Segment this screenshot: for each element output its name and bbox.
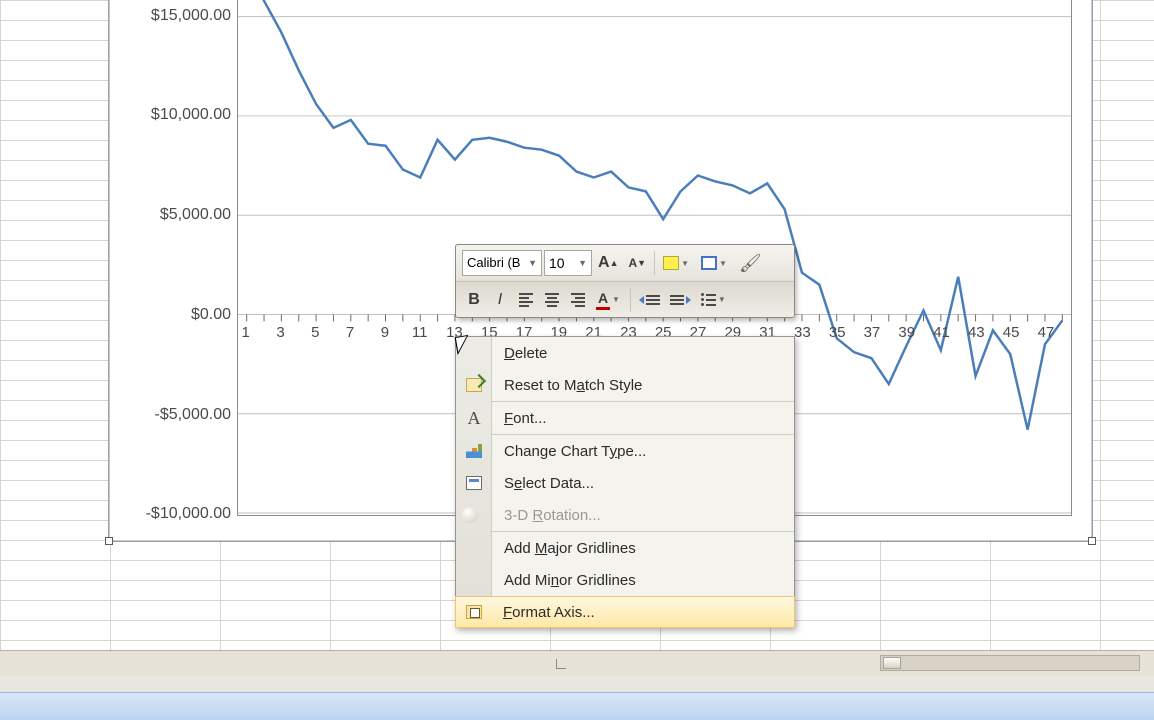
mini-toolbar: Calibri (B ▼ 10 ▼ A▲ A▼ ▼ ▼ 🖌 B I A ▼ xyxy=(455,244,795,318)
menu-item-format-axis[interactable]: Format Axis... xyxy=(455,596,795,628)
format-axis-icon xyxy=(466,605,482,619)
shape-outline-button[interactable]: ▼ xyxy=(697,250,733,276)
menu-item-add-major-gridlines[interactable]: Add Major Gridlines xyxy=(456,532,794,564)
shape-fill-button[interactable]: ▼ xyxy=(659,250,695,276)
chevron-down-icon: ▼ xyxy=(528,251,537,275)
font-size-value: 10 xyxy=(549,251,565,275)
bullets-button[interactable]: ▼ xyxy=(697,287,732,313)
rotation-icon xyxy=(462,507,478,523)
decrease-indent-button[interactable] xyxy=(635,287,664,313)
font-name-combo[interactable]: Calibri (B ▼ xyxy=(462,250,542,276)
chevron-down-icon: ▼ xyxy=(578,251,587,275)
font-color-icon: A xyxy=(596,290,610,310)
x-tick-label: 39 xyxy=(898,324,915,341)
y-tick-label: $0.00 xyxy=(191,306,231,324)
x-tick-label: 35 xyxy=(829,324,846,341)
menu-item-3d-rotation: 3-D Rotation... xyxy=(456,499,794,531)
format-painter-button[interactable]: 🖌 xyxy=(735,250,766,276)
y-tick-label: -$5,000.00 xyxy=(154,406,231,424)
sheet-tab-strip xyxy=(0,650,1154,676)
x-tick-label: 41 xyxy=(933,324,950,341)
menu-item-change-chart-type[interactable]: Change Chart Type... xyxy=(456,435,794,467)
paintbrush-icon: 🖌 xyxy=(739,253,762,274)
fill-swatch-icon xyxy=(663,256,679,270)
x-tick-label: 37 xyxy=(864,324,881,341)
x-tick-label: 43 xyxy=(968,324,985,341)
bullets-icon xyxy=(701,293,716,306)
reset-icon xyxy=(466,378,482,392)
align-left-button[interactable] xyxy=(514,287,538,313)
separator xyxy=(630,288,631,312)
font-name-value: Calibri (B xyxy=(467,251,520,275)
x-tick-label: 5 xyxy=(311,324,319,341)
align-right-button[interactable] xyxy=(566,287,590,313)
context-menu: Delete document.currentScript.previousEl… xyxy=(455,336,795,628)
x-tick-label: 3 xyxy=(276,324,284,341)
x-tick-label: 7 xyxy=(346,324,354,341)
y-tick-label: -$10,000.00 xyxy=(146,505,231,523)
split-handle[interactable] xyxy=(556,659,566,669)
separator xyxy=(654,251,655,275)
x-tick-label: 33 xyxy=(794,324,811,341)
x-tick-label: 9 xyxy=(381,324,389,341)
y-axis-labels: $15,000.00 $10,000.00 $5,000.00 $0.00 -$… xyxy=(109,0,235,516)
menu-item-reset-style[interactable]: Reset to Match Style xyxy=(456,369,794,401)
shrink-font-button[interactable]: A▼ xyxy=(624,250,650,276)
grow-font-button[interactable]: A▲ xyxy=(594,250,622,276)
italic-button[interactable]: I xyxy=(488,287,512,313)
bold-button[interactable]: B xyxy=(462,287,486,313)
outline-swatch-icon xyxy=(701,256,717,270)
resize-handle-icon[interactable] xyxy=(1088,537,1096,545)
y-tick-label: $10,000.00 xyxy=(151,106,231,124)
menu-item-font[interactable]: A Font... xyxy=(456,402,794,434)
menu-item-add-minor-gridlines[interactable]: Add Minor Gridlines xyxy=(456,564,794,596)
x-tick-label: 1 xyxy=(242,324,250,341)
increase-indent-button[interactable] xyxy=(666,287,695,313)
y-tick-label: $5,000.00 xyxy=(160,206,231,224)
resize-handle-icon[interactable] xyxy=(105,537,113,545)
x-tick-label: 47 xyxy=(1038,324,1055,341)
select-data-icon xyxy=(466,476,482,490)
status-bar xyxy=(0,692,1154,720)
menu-item-delete[interactable]: Delete document.currentScript.previousEl… xyxy=(456,337,794,369)
font-size-combo[interactable]: 10 ▼ xyxy=(544,250,592,276)
align-center-button[interactable] xyxy=(540,287,564,313)
x-tick-label: 45 xyxy=(1003,324,1020,341)
menu-item-select-data[interactable]: Select Data... xyxy=(456,467,794,499)
chart-type-icon xyxy=(466,444,482,458)
y-tick-label: $15,000.00 xyxy=(151,7,231,25)
font-icon: A xyxy=(462,406,486,430)
font-color-button[interactable]: A ▼ xyxy=(592,287,626,313)
x-tick-label: 11 xyxy=(412,324,428,341)
horizontal-scrollbar[interactable] xyxy=(880,655,1140,671)
